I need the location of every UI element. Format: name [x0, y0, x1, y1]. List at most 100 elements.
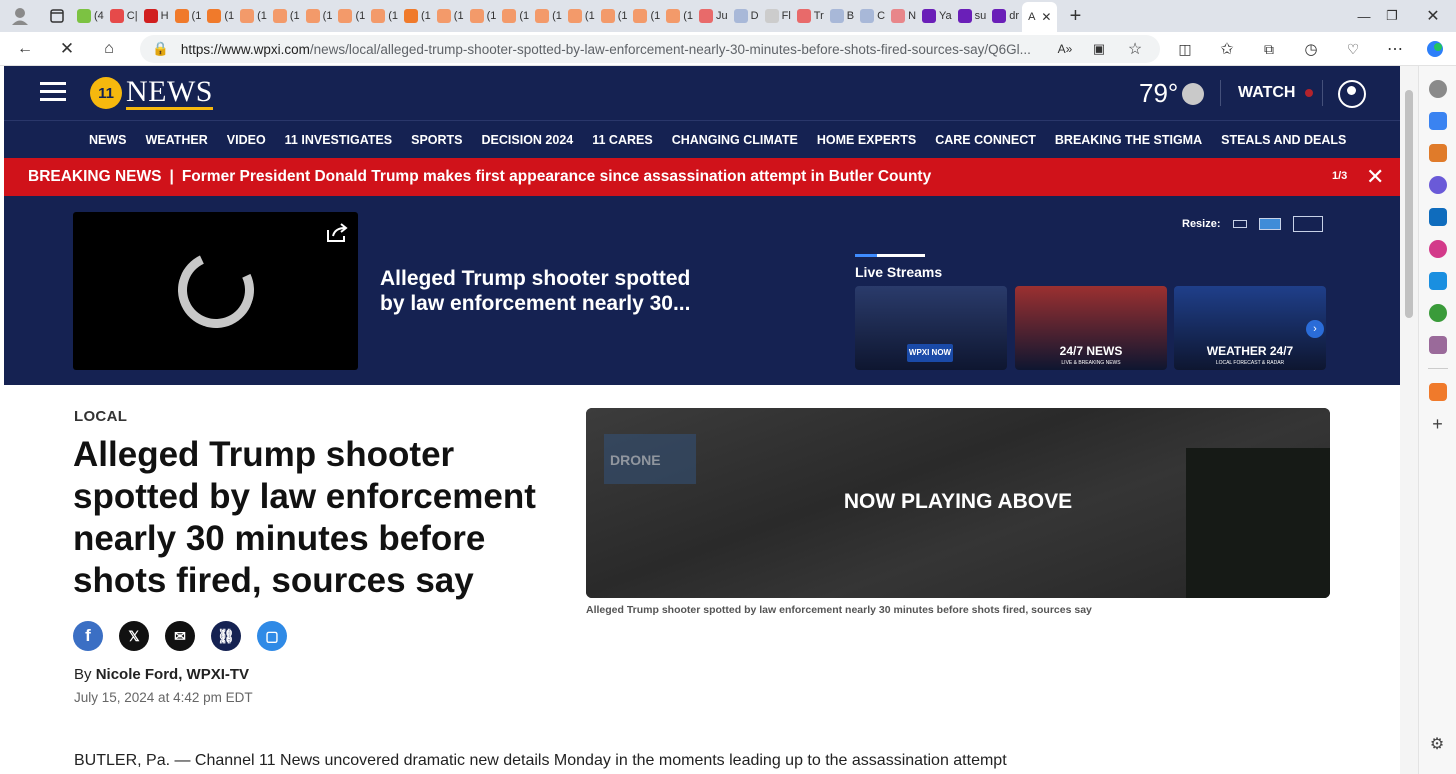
- close-tab-icon[interactable]: ✕: [1041, 10, 1051, 24]
- minimize-icon[interactable]: —: [1352, 9, 1376, 24]
- back-icon[interactable]: ←: [12, 36, 38, 62]
- account-icon[interactable]: [1338, 80, 1366, 108]
- tools-icon[interactable]: [1428, 144, 1447, 162]
- article-section[interactable]: LOCAL: [74, 408, 127, 425]
- stream-weather-24-7[interactable]: WEATHER 24/7 LOCAL FORECAST & RADAR: [1174, 286, 1326, 370]
- nav-item[interactable]: CHANGING CLIMATE: [672, 133, 798, 147]
- maximize-icon[interactable]: ❐: [1380, 8, 1404, 24]
- tab-actions-icon[interactable]: [40, 9, 74, 23]
- scrollbar-thumb[interactable]: [1405, 90, 1413, 318]
- browser-tab[interactable]: (1: [237, 3, 270, 29]
- site-logo[interactable]: 11 NEWS: [90, 76, 213, 110]
- browser-tab[interactable]: C: [857, 3, 888, 29]
- nav-item[interactable]: BREAKING THE STIGMA: [1055, 133, 1202, 147]
- resize-medium-icon[interactable]: [1258, 218, 1281, 230]
- read-aloud-icon[interactable]: A»: [1052, 36, 1078, 62]
- browser-tab[interactable]: (1: [499, 3, 532, 29]
- comments-icon[interactable]: ▢: [257, 621, 287, 651]
- browser-tab[interactable]: H: [141, 3, 172, 29]
- url-field[interactable]: 🔒 https://www.wpxi.com/news/local/allege…: [140, 35, 1160, 63]
- collections-icon[interactable]: ⧉: [1256, 36, 1282, 62]
- favorite-star-icon[interactable]: ☆: [1122, 36, 1148, 62]
- favorites-icon[interactable]: ✩: [1214, 36, 1240, 62]
- browser-tab[interactable]: su: [955, 3, 990, 29]
- profile-icon[interactable]: [0, 6, 40, 26]
- shopping-tag-icon[interactable]: [1428, 112, 1447, 130]
- browser-tab[interactable]: (1: [335, 3, 368, 29]
- menu-icon[interactable]: [40, 82, 66, 102]
- email-icon[interactable]: ✉: [165, 621, 195, 651]
- article-media[interactable]: DRONE NOW PLAYING ABOVE: [586, 408, 1330, 598]
- new-tab-button[interactable]: +: [1057, 5, 1093, 28]
- nav-item[interactable]: 11 CARES: [592, 133, 652, 147]
- nav-item[interactable]: 11 INVESTIGATES: [285, 133, 392, 147]
- close-window-icon[interactable]: ✕: [1418, 6, 1448, 26]
- substack-icon[interactable]: [1428, 383, 1447, 401]
- browser-tab[interactable]: B: [827, 3, 857, 29]
- browser-tab[interactable]: (1: [204, 3, 237, 29]
- send-icon[interactable]: [1428, 272, 1447, 290]
- breaking-headline[interactable]: Former President Donald Trump makes firs…: [182, 168, 931, 186]
- browser-tab[interactable]: N: [888, 3, 919, 29]
- settings-more-icon[interactable]: ⋯: [1382, 36, 1408, 62]
- resize-small-icon[interactable]: [1232, 220, 1247, 228]
- weather-widget[interactable]: 79°: [1139, 78, 1205, 109]
- breaking-news-banner[interactable]: BREAKING NEWS | Former President Donald …: [4, 158, 1400, 196]
- browser-tab[interactable]: Tr: [794, 3, 827, 29]
- video-player[interactable]: [73, 212, 358, 370]
- designer-icon[interactable]: [1428, 240, 1447, 258]
- browser-tab[interactable]: (1: [663, 3, 696, 29]
- copilot-icon[interactable]: [1422, 36, 1448, 62]
- browser-tab[interactable]: Fl: [762, 3, 794, 29]
- tab-active[interactable]: A ✕: [1022, 2, 1058, 32]
- browser-tab[interactable]: (1: [630, 3, 663, 29]
- nav-item[interactable]: CARE CONNECT: [935, 133, 1036, 147]
- nav-item[interactable]: WEATHER: [146, 133, 208, 147]
- browser-tab[interactable]: D: [731, 3, 762, 29]
- author-name[interactable]: Nicole Ford, WPXI-TV: [96, 666, 249, 683]
- browser-tab[interactable]: (1: [532, 3, 565, 29]
- nav-item[interactable]: SPORTS: [411, 133, 462, 147]
- browser-tab[interactable]: (1: [565, 3, 598, 29]
- home-icon[interactable]: ⌂: [96, 36, 122, 62]
- next-arrow-icon[interactable]: ›: [1306, 320, 1324, 338]
- nav-item[interactable]: VIDEO: [227, 133, 266, 147]
- browser-tab[interactable]: (1: [467, 3, 500, 29]
- browser-tab[interactable]: (1: [368, 3, 401, 29]
- browser-tab[interactable]: C|: [107, 3, 141, 29]
- stream-24-7-news[interactable]: 24/7 NEWS LIVE & BREAKING NEWS: [1015, 286, 1167, 370]
- browser-tab[interactable]: (1: [434, 3, 467, 29]
- browser-essentials-icon[interactable]: ♡: [1340, 36, 1366, 62]
- stop-loading-icon[interactable]: ✕: [54, 36, 80, 62]
- search-icon[interactable]: [1428, 80, 1447, 98]
- browser-tab[interactable]: Ya: [919, 3, 955, 29]
- browser-tab[interactable]: (1: [270, 3, 303, 29]
- share-icon[interactable]: [325, 222, 349, 244]
- browser-tab[interactable]: (1: [303, 3, 336, 29]
- outlook-icon[interactable]: [1428, 208, 1447, 226]
- split-screen-icon[interactable]: ◫: [1172, 36, 1198, 62]
- copy-link-icon[interactable]: ⛓: [211, 621, 241, 651]
- hero-video-title[interactable]: Alleged Trump shooter spotted by law enf…: [380, 266, 720, 316]
- browser-tab[interactable]: Ju: [696, 3, 731, 29]
- watch-button[interactable]: WATCH: [1238, 84, 1314, 102]
- browser-tab[interactable]: (1: [401, 3, 434, 29]
- facebook-icon[interactable]: f: [73, 621, 103, 651]
- browser-tab[interactable]: dr: [989, 3, 1022, 29]
- browser-tab[interactable]: (1: [172, 3, 205, 29]
- history-icon[interactable]: ◷: [1298, 36, 1324, 62]
- nav-item[interactable]: DECISION 2024: [482, 133, 574, 147]
- nav-item[interactable]: HOME EXPERTS: [817, 133, 916, 147]
- page-scrollbar[interactable]: [1400, 66, 1418, 774]
- resize-large-icon[interactable]: [1292, 216, 1323, 232]
- browser-tab[interactable]: (4: [74, 3, 107, 29]
- games-icon[interactable]: [1428, 336, 1447, 354]
- x-twitter-icon[interactable]: 𝕏: [119, 621, 149, 651]
- nav-item[interactable]: STEALS AND DEALS: [1221, 133, 1346, 147]
- tree-icon[interactable]: [1428, 304, 1447, 322]
- site-info-icon[interactable]: 🔒: [152, 41, 169, 57]
- browser-tab[interactable]: (1: [598, 3, 631, 29]
- breaking-close-icon[interactable]: ✕: [1366, 164, 1384, 190]
- add-sidebar-icon[interactable]: +: [1429, 415, 1447, 433]
- sidebar-settings-icon[interactable]: ⚙: [1428, 734, 1446, 753]
